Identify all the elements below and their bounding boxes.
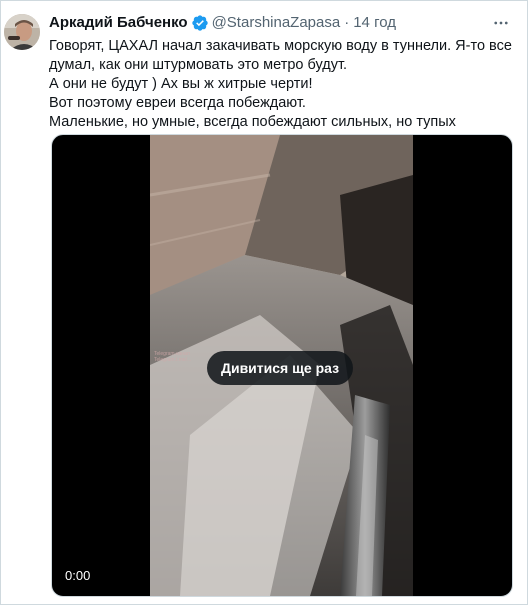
tweet-text-line: А они не будут ) Ах вы ж хитрые черти!: [49, 76, 313, 92]
tweet-card[interactable]: Аркадий Бабченко @StarshinaZapasa · 14 г…: [0, 0, 528, 605]
replay-button[interactable]: Дивитися ще раз: [207, 351, 354, 385]
watermark-line: Telegram.t.me/...: [154, 357, 192, 363]
tweet-text-line: Говорят, ЦАХАЛ начал закачивать морскую …: [49, 38, 512, 54]
video-timestamp: 0:00: [65, 568, 91, 583]
more-options-button[interactable]: [491, 13, 511, 33]
tweet-text-line: Маленькие, но умные, всегда побеждают си…: [49, 114, 456, 130]
avatar[interactable]: [4, 14, 40, 50]
tweet-text-line: Вот поэтому евреи всегда побеждают.: [49, 95, 306, 111]
tweet-header: Аркадий Бабченко @StarshinaZapasa · 14 г…: [49, 13, 396, 33]
video-watermark: Telegram-канал Telegram.t.me/...: [154, 351, 191, 363]
tweet-text: Говорят, ЦАХАЛ начал закачивать морскую …: [49, 37, 512, 132]
author-name[interactable]: Аркадий Бабченко: [49, 13, 188, 33]
verified-badge-icon: [191, 14, 209, 32]
author-handle[interactable]: @StarshinaZapasa: [212, 13, 341, 33]
separator-dot: ·: [344, 14, 350, 31]
tweet-time[interactable]: 14 год: [353, 13, 396, 33]
tweet-text-line: думал, как они штурмовать это метро буду…: [49, 57, 348, 73]
more-options-icon: [494, 21, 508, 25]
video-player[interactable]: Telegram-канал Telegram.t.me/... Дивитис…: [51, 134, 513, 597]
avatar-image: [4, 14, 40, 50]
